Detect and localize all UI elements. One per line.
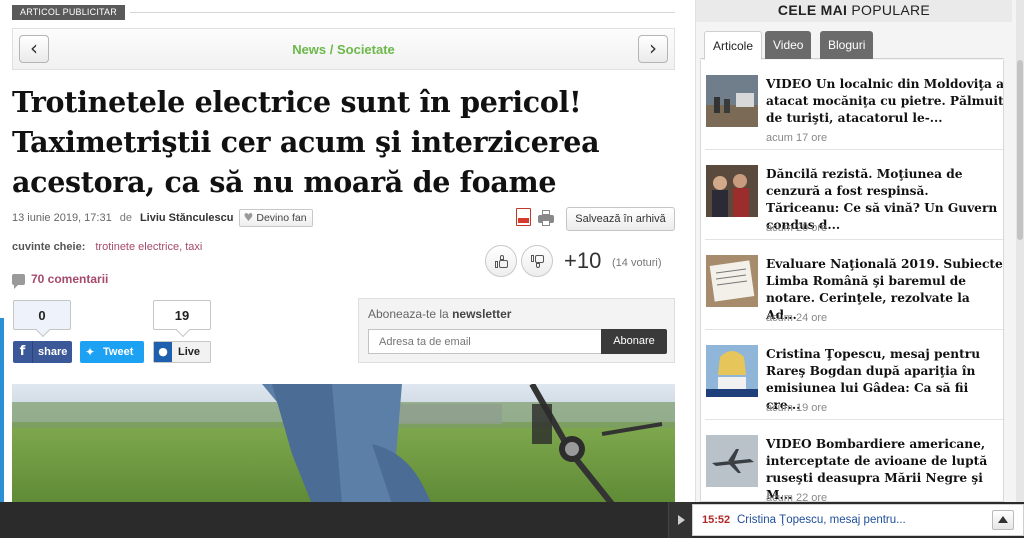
article-headline: Trotinetele electrice sunt în pericol! T… xyxy=(12,85,600,199)
sidebar-title: CELE MAI POPULARE xyxy=(696,0,1012,22)
comments-link[interactable]: 70 comentarii xyxy=(12,272,109,289)
article-thumbnail[interactable] xyxy=(706,345,758,397)
popular-list: VIDEO Un localnic din Moldoviţa a atacat… xyxy=(700,60,1004,502)
sidebar-scrollbar[interactable] xyxy=(1016,0,1024,502)
live-label: Live xyxy=(178,346,201,358)
facebook-share-label: share xyxy=(38,346,68,358)
popular-article-time: acum 20 ore xyxy=(766,222,828,234)
facebook-share-count: 0 xyxy=(13,300,71,330)
section-breadcrumb[interactable]: News / Societate xyxy=(13,42,674,57)
page: ARTICOL PUBLICITAR ‹ News / Societate › … xyxy=(0,0,1024,538)
newsletter-email-input[interactable] xyxy=(368,329,602,354)
tab-articole[interactable]: Articole xyxy=(704,31,763,60)
scroll-to-top-button[interactable] xyxy=(992,510,1014,530)
vote-score: +10 xyxy=(564,248,602,273)
list-item[interactable]: Evaluare Naţională 2019. Subiecte Limba … xyxy=(701,240,1003,330)
article-thumbnail[interactable] xyxy=(706,75,758,127)
live-count: 19 xyxy=(153,300,211,330)
tab-video[interactable]: Video xyxy=(765,31,812,59)
list-item[interactable]: VIDEO Bombardiere americane, interceptat… xyxy=(701,420,1003,502)
popular-sidebar: CELE MAI POPULARE Articole Video Bloguri… xyxy=(695,0,1024,502)
person-icon: ● xyxy=(154,342,172,362)
by-label: de xyxy=(119,212,132,224)
become-fan-button[interactable]: ♥ Devino fan xyxy=(239,209,313,227)
ticker-play-button[interactable] xyxy=(668,502,692,538)
keywords-row: cuvinte cheie: trotinete electrice, taxi xyxy=(12,241,202,253)
sponsored-badge: ARTICOL PUBLICITAR xyxy=(12,5,125,20)
vote-down-button[interactable] xyxy=(521,245,553,277)
next-article-button[interactable]: › xyxy=(638,35,668,63)
comment-icon xyxy=(12,273,25,289)
article-navbar: ‹ News / Societate › xyxy=(12,28,675,70)
news-ticker: 15:52 Cristina Ţopescu, mesaj pentru... xyxy=(0,502,1024,538)
article-meta: 13 iunie 2019, 17:31 de Liviu Stănculesc… xyxy=(12,209,313,227)
popular-article-time: acum 19 ore xyxy=(766,402,828,414)
popular-article-time: acum 22 ore xyxy=(766,492,828,502)
left-accent-bar xyxy=(0,318,4,503)
author-name[interactable]: Liviu Stănculescu xyxy=(140,212,234,224)
article-hero-image xyxy=(12,384,675,504)
print-icon[interactable] xyxy=(538,210,554,226)
keywords-label: cuvinte cheie: xyxy=(12,241,86,253)
ticker-news-item[interactable]: 15:52 Cristina Ţopescu, mesaj pentru... xyxy=(692,504,1024,536)
publish-date: 13 iunie 2019, 17:31 xyxy=(12,212,112,224)
vote-up-button[interactable] xyxy=(485,245,517,277)
twitter-icon: ✦ xyxy=(84,345,96,359)
badge-divider xyxy=(130,12,675,13)
comments-count: 70 comentarii xyxy=(31,272,109,286)
keywords-links[interactable]: trotinete electrice, taxi xyxy=(95,241,202,253)
tab-bloguri[interactable]: Bloguri xyxy=(820,31,874,59)
become-fan-label: Devino fan xyxy=(256,212,307,224)
tweet-label: Tweet xyxy=(103,346,134,358)
pdf-icon[interactable] xyxy=(516,208,531,226)
list-item[interactable]: Cristina Ţopescu, mesaj pentru Rareş Bog… xyxy=(701,330,1003,420)
ticker-time: 15:52 xyxy=(702,514,731,526)
newsletter-title: Aboneaza-te la newsletter xyxy=(368,307,512,321)
live-button[interactable]: ● Live xyxy=(153,341,211,363)
tweet-button[interactable]: ✦ Tweet xyxy=(80,341,144,363)
popular-article-time: acum 24 ore xyxy=(766,312,828,324)
popular-article-title[interactable]: VIDEO Un localnic din Moldoviţa a atacat… xyxy=(766,76,1003,127)
article-thumbnail[interactable] xyxy=(706,165,758,217)
popular-article-time: acum 17 ore xyxy=(766,132,828,144)
ticker-headline[interactable]: Cristina Ţopescu, mesaj pentru... xyxy=(737,514,906,526)
sidebar-tabs: Articole Video Bloguri xyxy=(700,31,1004,60)
list-item[interactable]: Dăncilă rezistă. Moţiunea de cenzură a f… xyxy=(701,150,1003,240)
article-thumbnail[interactable] xyxy=(706,435,758,487)
thumbs-up-icon xyxy=(495,255,508,268)
article-thumbnail[interactable] xyxy=(706,255,758,307)
facebook-share-button[interactable]: f share xyxy=(13,341,72,363)
save-archive-button[interactable]: Salvează în arhivă xyxy=(566,207,675,231)
vote-count: (14 voturi) xyxy=(612,257,662,269)
facebook-icon: f xyxy=(13,341,33,363)
subscribe-button[interactable]: Abonare xyxy=(601,329,667,354)
thumbs-down-icon xyxy=(531,255,544,268)
newsletter-box: Aboneaza-te la newsletter Abonare xyxy=(358,298,675,363)
list-item[interactable]: VIDEO Un localnic din Moldoviţa a atacat… xyxy=(701,60,1003,150)
heart-icon: ♥ xyxy=(243,211,254,224)
